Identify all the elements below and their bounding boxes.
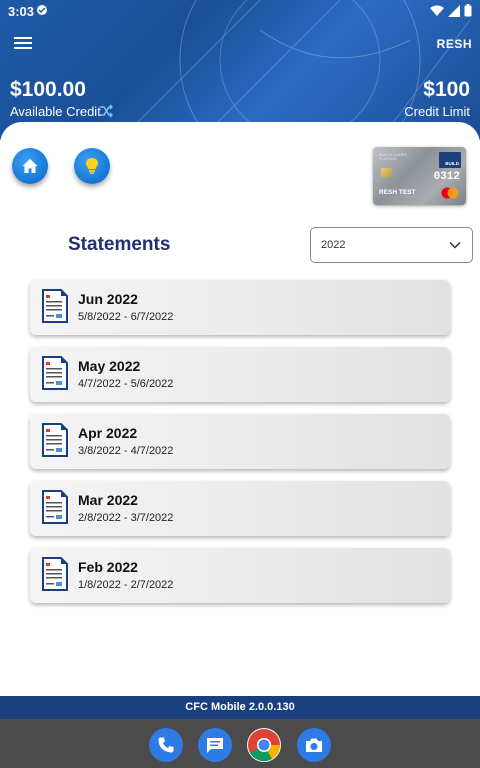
card-last-four: 0312 <box>433 171 460 183</box>
year-dropdown[interactable]: 2022 <box>310 227 473 263</box>
card-holder-name: RESH TEST <box>379 189 416 196</box>
system-dock <box>0 719 480 768</box>
page-title: Statements <box>68 234 171 255</box>
statement-month: Apr 2022 <box>78 425 138 441</box>
shuffle-icon[interactable] <box>99 104 113 118</box>
statement-item[interactable]: Mar 2022 2/8/2022 - 3/7/2022 <box>30 481 450 536</box>
credit-card-image[interactable]: BUILD CARD PLATINUM BUILD 0312 RESH TEST <box>373 147 466 205</box>
home-button[interactable] <box>12 148 48 184</box>
app-screen: 3:03 RESH $100.00 Available Credit $100 … <box>0 0 480 768</box>
battery-icon <box>464 4 472 17</box>
messages-app-button[interactable] <box>198 728 232 762</box>
card-badge-label: BUILD <box>445 161 459 166</box>
status-icons <box>430 4 472 17</box>
statement-month: May 2022 <box>78 358 141 374</box>
chrome-app-button[interactable] <box>247 728 281 762</box>
statement-date-range: 2/8/2022 - 3/7/2022 <box>78 512 174 524</box>
wifi-icon <box>430 5 444 16</box>
signal-icon <box>448 4 460 17</box>
statement-item[interactable]: May 2022 4/7/2022 - 5/6/2022 <box>30 347 450 402</box>
camera-app-button[interactable] <box>297 728 331 762</box>
document-icon <box>42 423 68 457</box>
statement-date-range: 4/7/2022 - 5/6/2022 <box>78 378 174 390</box>
status-bar: 3:03 <box>0 0 480 22</box>
document-icon <box>42 356 68 390</box>
chrome-icon <box>248 729 281 762</box>
statement-item[interactable]: Jun 2022 5/8/2022 - 6/7/2022 <box>30 280 450 335</box>
statement-month: Jun 2022 <box>78 291 138 307</box>
message-icon <box>207 738 223 753</box>
content-panel: BUILD CARD PLATINUM BUILD 0312 RESH TEST… <box>0 122 480 696</box>
lightbulb-icon <box>86 158 98 174</box>
mastercard-icon <box>441 187 459 199</box>
document-icon <box>42 490 68 524</box>
statement-date-range: 1/8/2022 - 2/7/2022 <box>78 579 174 591</box>
credit-limit-amount: $100 <box>423 78 470 101</box>
card-chip <box>381 168 392 177</box>
hamburger-icon[interactable] <box>14 34 36 52</box>
phone-icon <box>158 737 174 753</box>
document-icon <box>42 557 68 591</box>
camera-icon <box>306 738 322 752</box>
chevron-down-icon <box>449 241 461 249</box>
phone-app-button[interactable] <box>149 728 183 762</box>
statement-month: Mar 2022 <box>78 492 138 508</box>
notification-icon <box>37 5 47 15</box>
statement-item[interactable]: Apr 2022 3/8/2022 - 4/7/2022 <box>30 414 450 469</box>
year-dropdown-value: 2022 <box>321 239 346 251</box>
available-credit-label: Available Credit <box>10 104 101 119</box>
home-icon <box>22 159 38 173</box>
user-name[interactable]: RESH <box>437 37 472 51</box>
statement-month: Feb 2022 <box>78 559 138 575</box>
statement-item[interactable]: Feb 2022 1/8/2022 - 2/7/2022 <box>30 548 450 603</box>
header: 3:03 RESH $100.00 Available Credit $100 … <box>0 0 480 140</box>
tips-button[interactable] <box>74 148 110 184</box>
statement-date-range: 3/8/2022 - 4/7/2022 <box>78 445 174 457</box>
card-tier: PLATINUM <box>379 157 397 161</box>
app-version-footer: CFC Mobile 2.0.0.130 <box>0 696 480 719</box>
available-credit-amount: $100.00 <box>10 78 86 101</box>
statement-date-range: 5/8/2022 - 6/7/2022 <box>78 311 174 323</box>
status-time: 3:03 <box>8 4 35 19</box>
document-icon <box>42 289 68 323</box>
credit-limit-label: Credit Limit <box>404 104 470 119</box>
